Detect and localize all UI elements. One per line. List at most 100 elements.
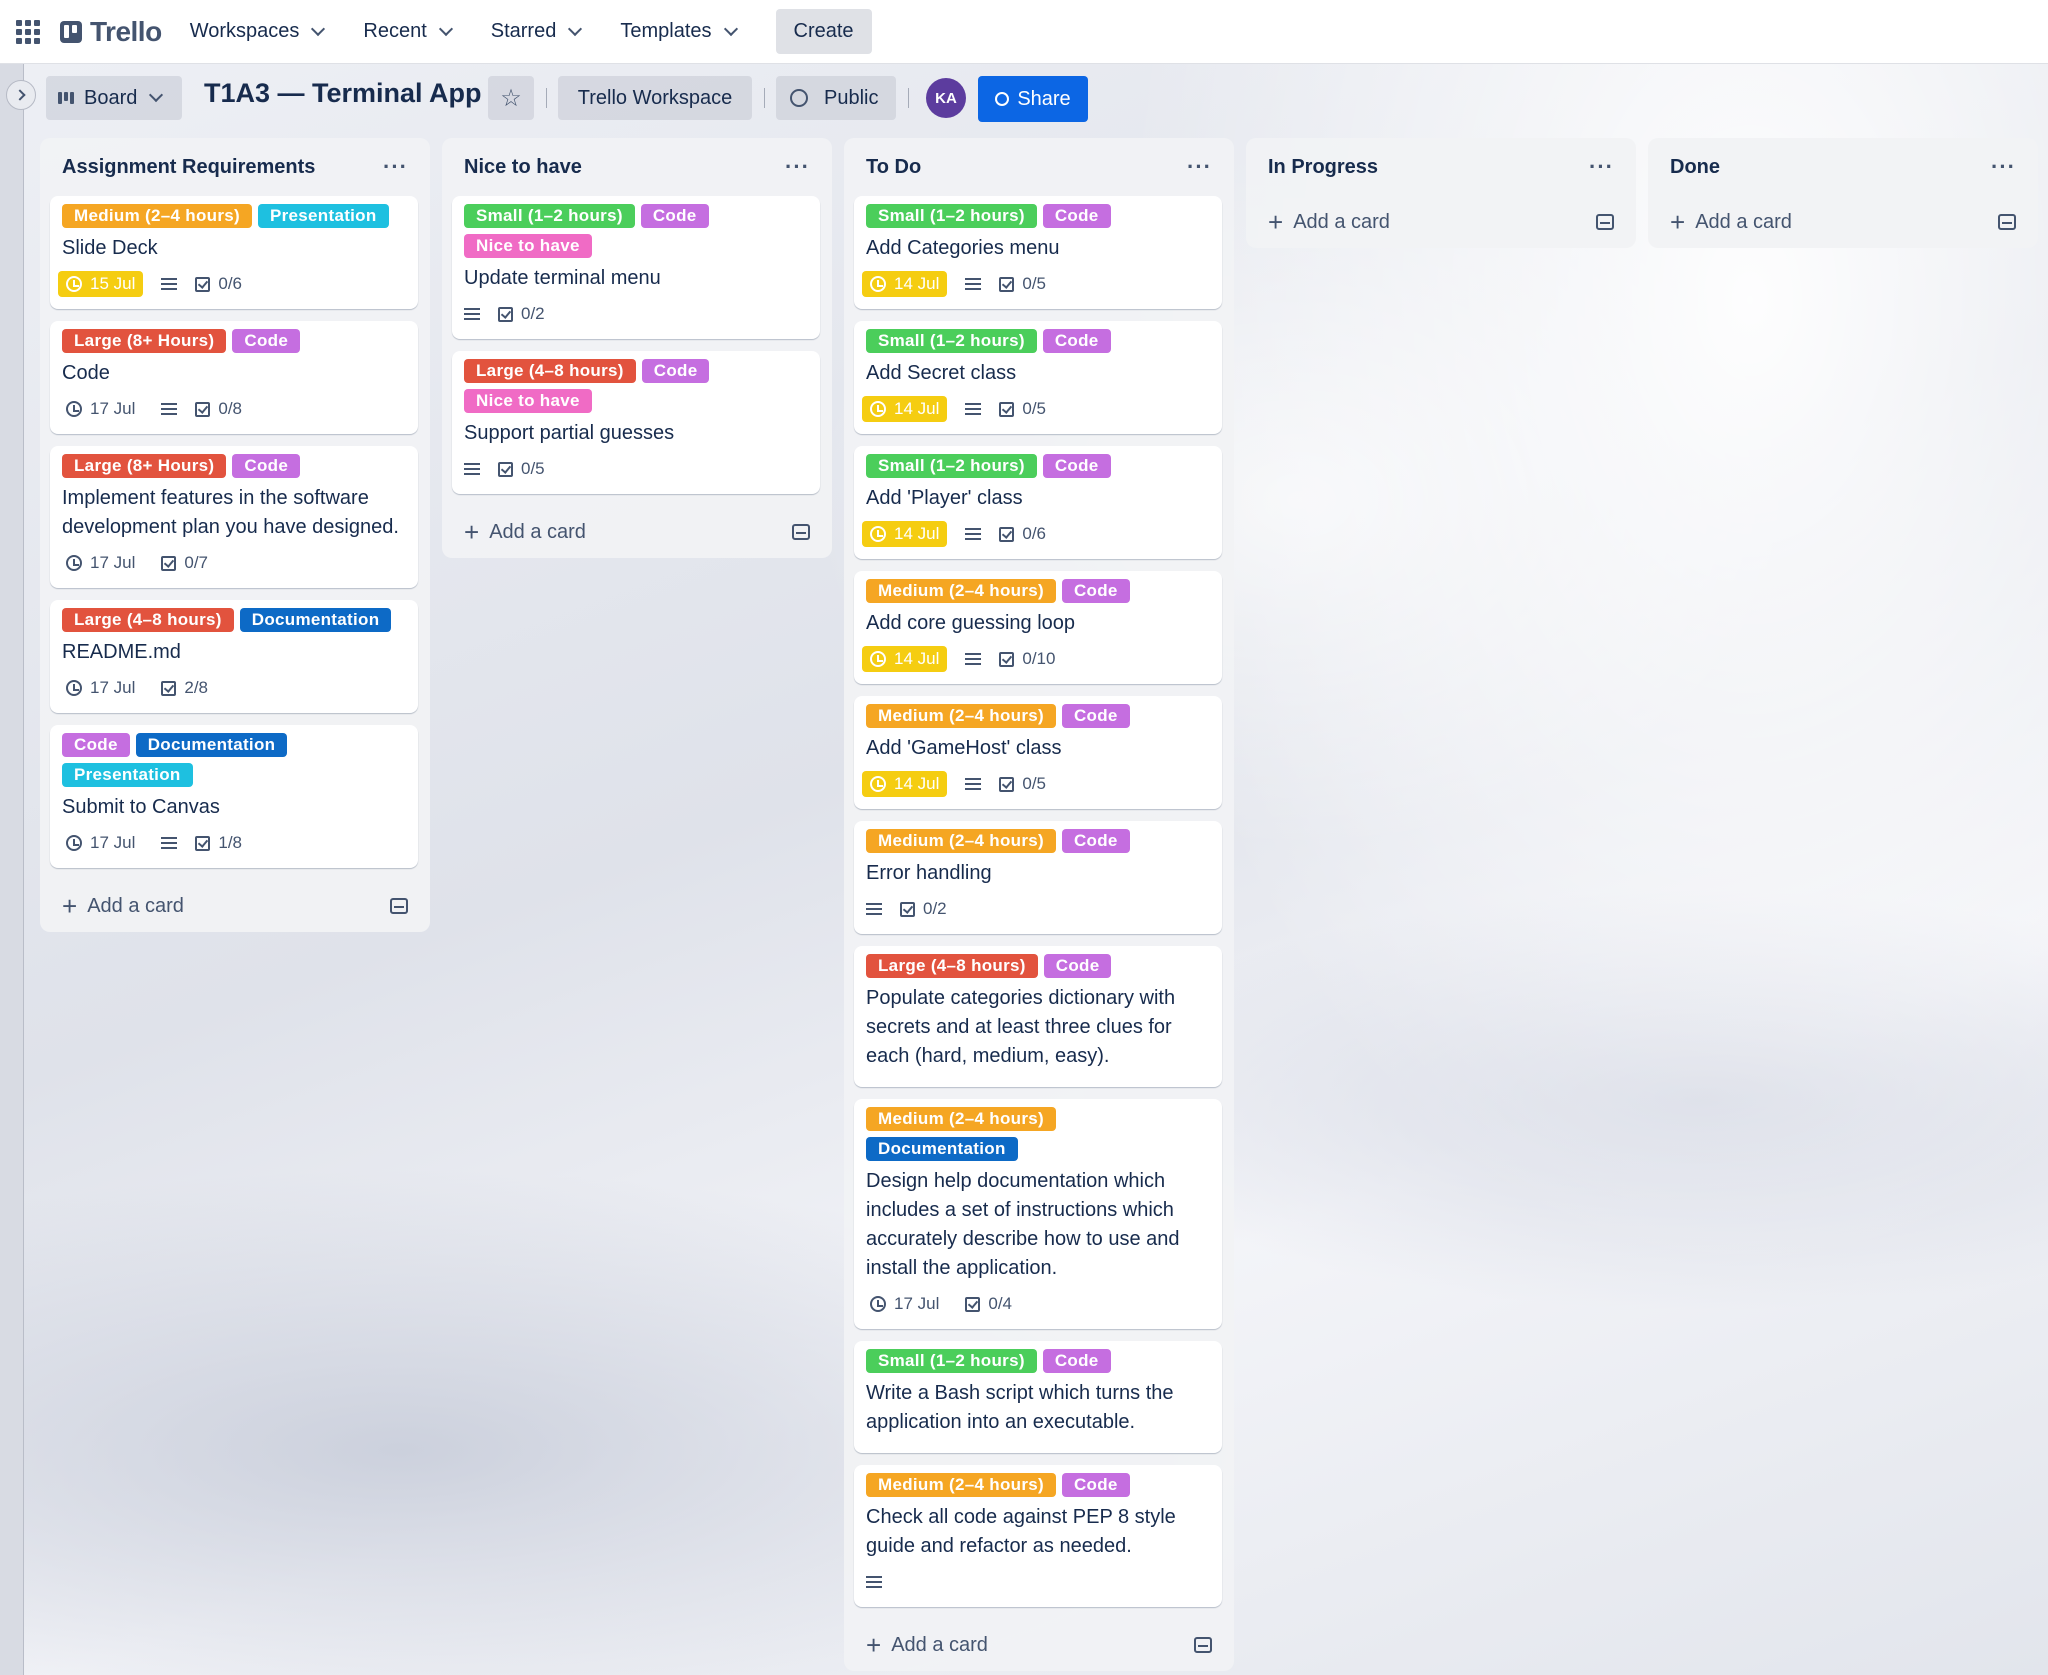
more-options-icon[interactable]: ··· — [1187, 154, 1212, 180]
due-date-badge[interactable]: 14 Jul — [862, 646, 948, 672]
card[interactable]: Medium (2–4 hours) Code Error handling 0/2 — [854, 821, 1222, 934]
card-label[interactable]: Large (4–8 hours) — [464, 359, 636, 383]
card-label[interactable]: Code — [1061, 829, 1130, 853]
board-title[interactable]: T1A3 — Terminal App — [204, 78, 482, 109]
due-date-badge[interactable]: 14 Jul — [862, 396, 948, 422]
card-label[interactable]: Code — [1061, 1473, 1130, 1497]
board-view-switcher[interactable]: Board — [46, 76, 182, 120]
card-label[interactable]: Code — [1061, 704, 1130, 728]
card[interactable]: Large (8+ Hours) Code Implement features i… — [50, 446, 418, 588]
due-date-badge[interactable]: 17 Jul — [58, 830, 143, 856]
nav-starred[interactable]: Starred — [491, 20, 583, 43]
card[interactable]: Large (4–8 hours) Documentation README.md 1… — [50, 600, 418, 713]
card-label[interactable]: Large (4–8 hours) — [866, 954, 1038, 978]
card-label[interactable]: Medium (2–4 hours) — [866, 829, 1056, 853]
due-date-badge[interactable]: 17 Jul — [862, 1291, 947, 1317]
star-board-button[interactable]: ☆ — [488, 76, 534, 120]
app-switcher-icon[interactable] — [16, 19, 40, 44]
more-options-icon[interactable]: ··· — [785, 154, 810, 180]
card-template-icon[interactable] — [1194, 1637, 1212, 1653]
more-options-icon[interactable]: ··· — [383, 154, 408, 180]
card-template-icon[interactable] — [1596, 214, 1614, 230]
card[interactable]: Medium (2–4 hours) Documentation Design he… — [854, 1099, 1222, 1329]
share-button[interactable]: Share — [978, 76, 1088, 122]
card-label[interactable]: Documentation — [135, 733, 288, 757]
card[interactable]: Small (1–2 hours) Code Add Secret class 14 … — [854, 321, 1222, 434]
card[interactable]: Medium (2–4 hours) Presentation Slide Deck… — [50, 196, 418, 309]
add-card-button[interactable]: + Add a card — [1256, 196, 1626, 248]
card-label[interactable]: Medium (2–4 hours) — [62, 204, 252, 228]
card-template-icon[interactable] — [1998, 214, 2016, 230]
avatar[interactable]: KA — [926, 78, 966, 118]
card-label[interactable]: Code — [1042, 454, 1111, 478]
card-label[interactable]: Medium (2–4 hours) — [866, 704, 1056, 728]
card-label[interactable]: Code — [1042, 204, 1111, 228]
card-label[interactable]: Small (1–2 hours) — [464, 204, 635, 228]
card-label[interactable]: Large (4–8 hours) — [62, 608, 234, 632]
card[interactable]: Medium (2–4 hours) Code Add 'GameHost' cla… — [854, 696, 1222, 809]
card-label[interactable]: Code — [62, 733, 130, 757]
card-label[interactable]: Medium (2–4 hours) — [866, 1473, 1056, 1497]
trello-logo[interactable]: Trello — [60, 16, 162, 48]
nav-recent[interactable]: Recent — [363, 20, 453, 43]
card[interactable]: Large (4–8 hours) Code Nice to have Support… — [452, 351, 820, 494]
create-button[interactable]: Create — [775, 9, 872, 54]
due-date-badge[interactable]: 15 Jul — [58, 271, 144, 297]
card-label[interactable]: Large (8+ Hours) — [62, 454, 227, 478]
due-date-badge[interactable]: 14 Jul — [862, 771, 948, 797]
card-label[interactable]: Documentation — [866, 1137, 1018, 1161]
card-label[interactable]: Documentation — [239, 608, 392, 632]
list-title[interactable]: Done — [1670, 156, 1720, 179]
list-title[interactable]: Assignment Requirements — [62, 156, 315, 179]
card[interactable]: Large (4–8 hours) Code Populate categories… — [854, 946, 1222, 1087]
list-title[interactable]: To Do — [866, 156, 921, 179]
card-label[interactable]: Small (1–2 hours) — [866, 454, 1037, 478]
card-label[interactable]: Medium (2–4 hours) — [866, 579, 1056, 603]
card-label[interactable]: Small (1–2 hours) — [866, 329, 1037, 353]
card[interactable]: Small (1–2 hours) Code Add Categories menu… — [854, 196, 1222, 309]
card[interactable]: Medium (2–4 hours) Code Add core guessing … — [854, 571, 1222, 684]
card-template-icon[interactable] — [792, 524, 810, 540]
card[interactable]: Small (1–2 hours) Code Nice to have Update … — [452, 196, 820, 339]
card[interactable]: Code Documentation Presentation Submit to C… — [50, 725, 418, 868]
visibility-button[interactable]: Public — [776, 76, 896, 120]
card-label[interactable]: Code — [1061, 579, 1130, 603]
due-date-badge[interactable]: 14 Jul — [862, 521, 948, 547]
card-label[interactable]: Presentation — [62, 763, 193, 787]
list-title[interactable]: In Progress — [1268, 156, 1378, 179]
workspace-button[interactable]: Trello Workspace — [558, 76, 752, 120]
list-header[interactable]: Assignment Requirements ··· — [50, 138, 420, 196]
card-label[interactable]: Code — [1043, 954, 1112, 978]
card[interactable]: Small (1–2 hours) Code Add 'Player' class 1… — [854, 446, 1222, 559]
card-label[interactable]: Small (1–2 hours) — [866, 204, 1037, 228]
add-card-button[interactable]: + Add a card — [854, 1619, 1224, 1671]
card-label[interactable]: Code — [232, 454, 301, 478]
list-header[interactable]: Done ··· — [1658, 138, 2028, 196]
card-label[interactable]: Nice to have — [464, 389, 592, 413]
more-options-icon[interactable]: ··· — [1991, 154, 2016, 180]
nav-workspaces[interactable]: Workspaces — [190, 20, 326, 43]
card-label[interactable]: Nice to have — [464, 234, 592, 258]
due-date-badge[interactable]: 17 Jul — [58, 396, 143, 422]
card-label[interactable]: Code — [640, 204, 709, 228]
due-date-badge[interactable]: 17 Jul — [58, 550, 143, 576]
nav-templates[interactable]: Templates — [620, 20, 738, 43]
card-label[interactable]: Large (8+ Hours) — [62, 329, 227, 353]
list-header[interactable]: Nice to have ··· — [452, 138, 822, 196]
card-label[interactable]: Code — [232, 329, 301, 353]
list-header[interactable]: In Progress ··· — [1256, 138, 1626, 196]
card-label[interactable]: Presentation — [257, 204, 389, 228]
more-options-icon[interactable]: ··· — [1589, 154, 1614, 180]
card[interactable]: Small (1–2 hours) Code Write a Bash script… — [854, 1341, 1222, 1453]
card-label[interactable]: Code — [641, 359, 710, 383]
add-card-button[interactable]: + Add a card — [1658, 196, 2028, 248]
list-title[interactable]: Nice to have — [464, 156, 582, 179]
card-template-icon[interactable] — [390, 898, 408, 914]
expand-sidebar-button[interactable] — [6, 80, 36, 110]
card-label[interactable]: Medium (2–4 hours) — [866, 1107, 1056, 1131]
card[interactable]: Medium (2–4 hours) Code Check all code aga… — [854, 1465, 1222, 1607]
due-date-badge[interactable]: 14 Jul — [862, 271, 948, 297]
due-date-badge[interactable]: 17 Jul — [58, 675, 143, 701]
card-label[interactable]: Code — [1042, 329, 1111, 353]
add-card-button[interactable]: + Add a card — [452, 506, 822, 558]
